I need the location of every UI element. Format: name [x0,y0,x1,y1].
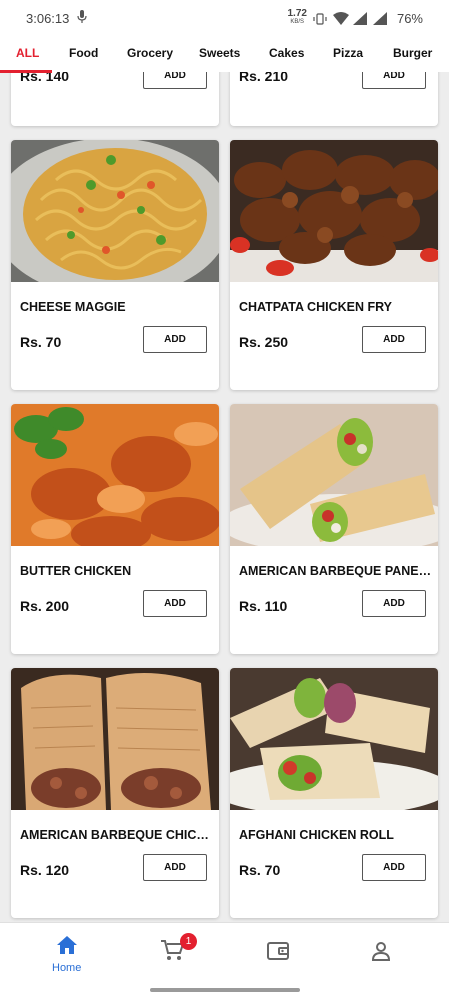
home-icon [56,935,78,960]
noodles-image [11,140,219,282]
product-card-partial-2[interactable]: Rs. 210 ADD [230,72,438,126]
product-price: Rs. 120 [20,862,70,878]
product-card[interactable]: AFGHANI CHICKEN ROLL Rs. 70 ADD [230,668,438,918]
fried-chicken-image [230,140,438,282]
active-tab-indicator [0,70,52,73]
tab-burger[interactable]: Burger [393,46,432,60]
nav-profile[interactable] [371,941,391,966]
network-speed-unit: KB/S [290,19,305,25]
add-button[interactable]: ADD [362,854,426,881]
person-icon [371,941,391,966]
tab-all[interactable]: ALL [16,46,39,60]
product-name: CHEESE MAGGIE [20,300,126,314]
battery-level: 76% [396,10,423,26]
product-price: Rs. 70 [239,862,281,878]
tab-sweets[interactable]: Sweets [199,46,240,60]
product-card[interactable]: AMERICAN BARBEQUE CHICK... Rs. 120 ADD [11,668,219,918]
status-bar: 3:06:13 1.72 KB/S 76% [0,0,449,36]
nav-cart[interactable]: 1 [160,933,197,966]
nav-home-label: Home [52,962,82,974]
product-name: BUTTER CHICKEN [20,564,132,578]
add-button[interactable]: ADD [362,590,426,617]
product-price: Rs. 200 [20,598,70,614]
status-time: 3:06:13 [26,10,70,26]
roll-image [11,668,219,810]
product-name: AMERICAN BARBEQUE CHICK... [20,828,214,842]
wifi-icon [332,12,349,25]
vibrate-icon [313,12,327,25]
product-grid[interactable]: Rs. 140 ADD Rs. 210 ADD CHEESE MAGGIE Rs… [0,72,449,924]
nav-home[interactable]: Home [52,935,81,974]
tab-cakes[interactable]: Cakes [269,46,304,60]
network-speed: 1.72 KB/S [287,8,307,26]
wallet-icon [267,941,289,966]
add-button[interactable]: ADD [143,590,207,617]
mic-icon [77,9,87,27]
add-button[interactable]: ADD [362,72,426,89]
tab-pizza[interactable]: Pizza [333,46,363,60]
product-card-partial-1[interactable]: Rs. 140 ADD [11,72,219,126]
product-price: Rs. 110 [239,598,288,614]
signal-icon [352,12,367,25]
curry-image [11,404,219,546]
product-price: Rs. 70 [20,334,62,350]
signal-icon-2 [372,12,387,25]
add-button[interactable]: ADD [143,326,207,353]
cart-count-badge: 1 [180,933,197,950]
product-card[interactable]: AMERICAN BARBEQUE PANEE... Rs. 110 ADD [230,404,438,654]
tab-grocery[interactable]: Grocery [127,46,173,60]
tab-food[interactable]: Food [69,46,98,60]
network-speed-value: 1.72 [287,8,307,19]
product-price: Rs. 210 [239,72,289,84]
add-button[interactable]: ADD [143,72,207,89]
gesture-bar[interactable] [150,988,300,992]
product-card[interactable]: BUTTER CHICKEN Rs. 200 ADD [11,404,219,654]
product-name: CHATPATA CHICKEN FRY [239,300,392,314]
add-button[interactable]: ADD [143,854,207,881]
product-card[interactable]: CHATPATA CHICKEN FRY Rs. 250 ADD [230,140,438,390]
category-tabs: ALL Food Grocery Sweets Cakes Pizza Burg… [0,36,449,72]
wrap-image [230,404,438,546]
product-price: Rs. 250 [239,334,289,350]
nav-wallet[interactable] [267,941,289,966]
product-card[interactable]: CHEESE MAGGIE Rs. 70 ADD [11,140,219,390]
add-button[interactable]: ADD [362,326,426,353]
product-name: AFGHANI CHICKEN ROLL [239,828,394,842]
roll-image [230,668,438,810]
product-price: Rs. 140 [20,72,70,84]
product-name: AMERICAN BARBEQUE PANEE... [239,564,433,578]
